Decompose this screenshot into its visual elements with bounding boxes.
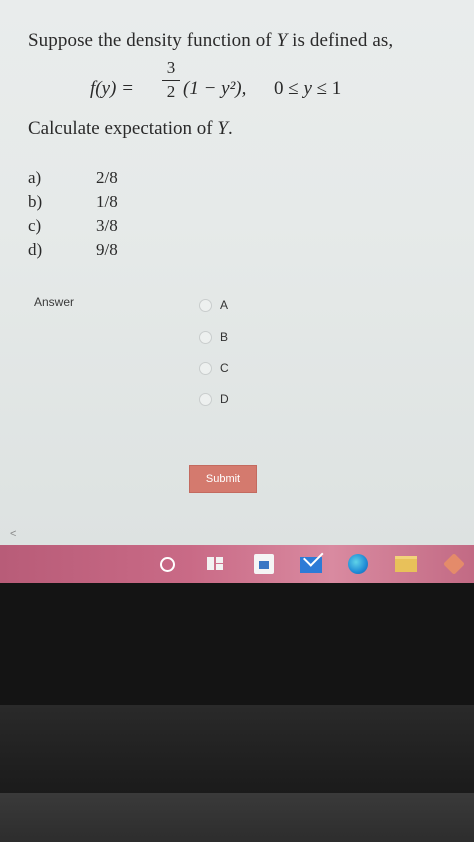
edge-icon[interactable] xyxy=(348,554,368,574)
option-a: a) 2/8 xyxy=(28,168,118,187)
monitor-stand-edge xyxy=(0,705,474,793)
chevron-left-icon[interactable]: < xyxy=(10,528,16,540)
question-prompt: Calculate expectation of Y. xyxy=(28,118,233,139)
monitor-bezel xyxy=(0,583,474,705)
mail-icon[interactable] xyxy=(300,557,322,573)
density-formula: f(y) = 3 2 (1 − y²), 0 ≤ y ≤ 1 xyxy=(28,56,458,118)
option-list: a) 2/8 b) 1/8 c) 3/8 d) 9/8 xyxy=(28,166,458,262)
question-intro: Suppose the density function of Y is def… xyxy=(28,30,394,51)
formula-rhs: (1 − y²), xyxy=(183,78,247,99)
submit-button[interactable]: Submit xyxy=(189,465,257,493)
photos-icon[interactable] xyxy=(443,553,465,575)
file-explorer-icon[interactable] xyxy=(395,556,417,572)
store-icon[interactable] xyxy=(254,554,274,574)
radio-c[interactable] xyxy=(199,361,212,375)
radio-d[interactable] xyxy=(199,392,212,406)
task-view-icon[interactable] xyxy=(205,554,225,574)
radio-b[interactable] xyxy=(199,330,212,344)
answer-choice-b[interactable]: B xyxy=(199,329,228,345)
option-d: d) 9/8 xyxy=(28,240,118,259)
answer-choice-c[interactable]: C xyxy=(199,360,229,376)
formula-lhs: f(y) = xyxy=(90,78,134,99)
search-icon[interactable] xyxy=(160,557,175,572)
option-b: b) 1/8 xyxy=(28,192,118,211)
answer-label: Answer xyxy=(34,295,75,309)
monitor-base xyxy=(0,793,474,842)
quiz-screen: Suppose the density function of Y is def… xyxy=(0,0,474,545)
answer-choice-d[interactable]: D xyxy=(199,391,229,407)
answer-choice-a[interactable]: A xyxy=(199,297,228,313)
option-c: c) 3/8 xyxy=(28,216,118,235)
formula-fraction: 3 2 xyxy=(162,58,180,102)
radio-a[interactable] xyxy=(199,298,212,312)
taskbar xyxy=(0,545,474,583)
question-block: Suppose the density function of Y is def… xyxy=(28,30,458,262)
formula-domain: 0 ≤ y ≤ 1 xyxy=(274,78,342,99)
